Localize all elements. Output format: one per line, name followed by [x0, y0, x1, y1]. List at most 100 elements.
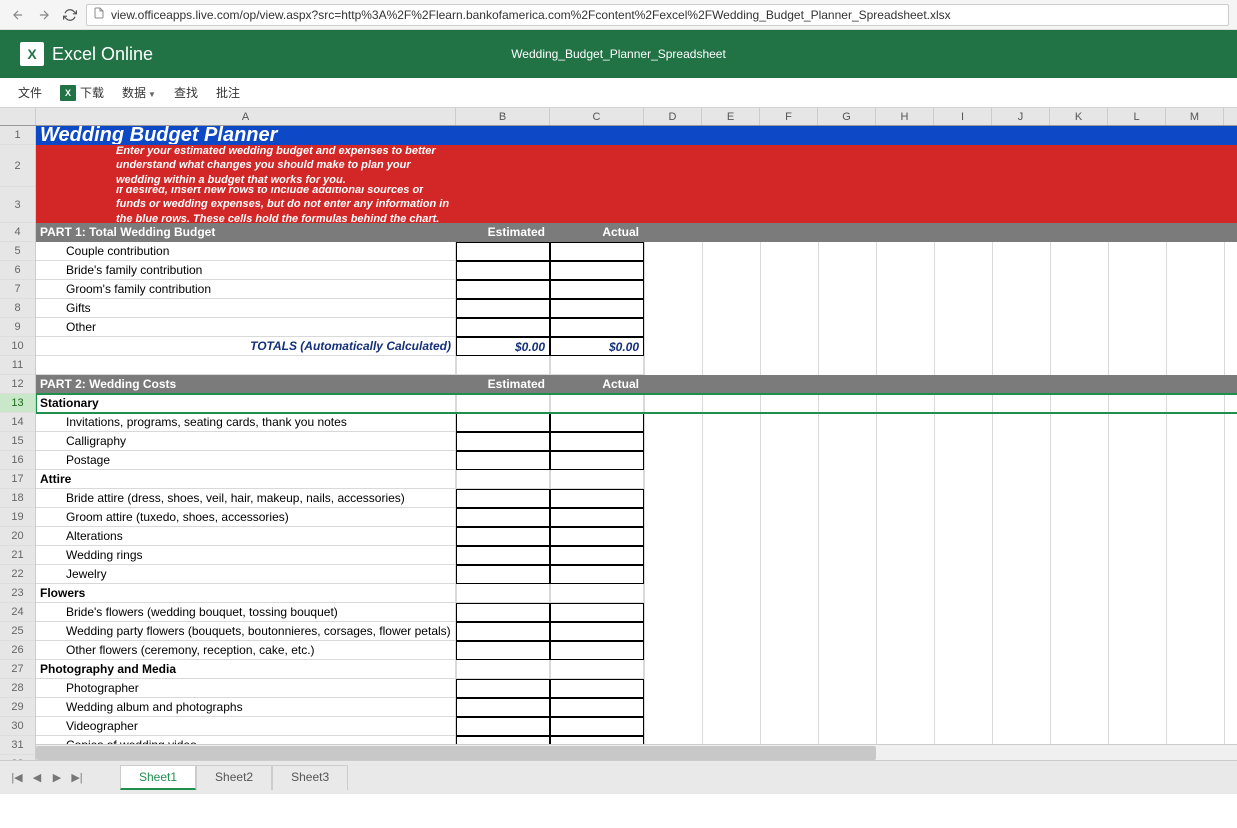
- tab-nav-prev[interactable]: ◀: [28, 771, 46, 784]
- row-header-20[interactable]: 20: [0, 527, 35, 546]
- cell-B19[interactable]: [456, 508, 550, 527]
- cell-A5[interactable]: Couple contribution: [36, 242, 456, 261]
- row-header-12[interactable]: 12: [0, 375, 35, 394]
- cell-B25[interactable]: [456, 622, 550, 641]
- cell-B15[interactable]: [456, 432, 550, 451]
- row-header-18[interactable]: 18: [0, 489, 35, 508]
- cell-A27[interactable]: Photography and Media: [36, 660, 456, 679]
- cell-B22[interactable]: [456, 565, 550, 584]
- cell-C30[interactable]: [550, 717, 644, 736]
- menu-comment[interactable]: 批注: [216, 84, 240, 101]
- cell-B2[interactable]: [456, 145, 550, 187]
- menu-find[interactable]: 查找: [174, 84, 198, 101]
- cell-C18[interactable]: [550, 489, 644, 508]
- cell-A1[interactable]: Wedding Budget Planner: [36, 126, 456, 145]
- row-header-19[interactable]: 19: [0, 508, 35, 527]
- cell-B14[interactable]: [456, 413, 550, 432]
- cell-A26[interactable]: Other flowers (ceremony, reception, cake…: [36, 641, 456, 660]
- row-header-5[interactable]: 5: [0, 242, 35, 261]
- cell-B30[interactable]: [456, 717, 550, 736]
- cell-C26[interactable]: [550, 641, 644, 660]
- row-header-22[interactable]: 22: [0, 565, 35, 584]
- cell-C11[interactable]: [550, 356, 644, 375]
- cell-C7[interactable]: [550, 280, 644, 299]
- cell-B27[interactable]: [456, 660, 550, 679]
- cell-C5[interactable]: [550, 242, 644, 261]
- cell-C20[interactable]: [550, 527, 644, 546]
- cell-B23[interactable]: [456, 584, 550, 603]
- cell-A19[interactable]: Groom attire (tuxedo, shoes, accessories…: [36, 508, 456, 527]
- cell-C19[interactable]: [550, 508, 644, 527]
- cell-C21[interactable]: [550, 546, 644, 565]
- cell-C1[interactable]: [550, 126, 644, 145]
- row-header-9[interactable]: 9: [0, 318, 35, 337]
- menu-download[interactable]: X 下载: [60, 84, 104, 101]
- cell-C29[interactable]: [550, 698, 644, 717]
- cell-A14[interactable]: Invitations, programs, seating cards, th…: [36, 413, 456, 432]
- cell-A9[interactable]: Other: [36, 318, 456, 337]
- row-header-27[interactable]: 27: [0, 660, 35, 679]
- cell-C17[interactable]: [550, 470, 644, 489]
- cell-C14[interactable]: [550, 413, 644, 432]
- cell-A16[interactable]: Postage: [36, 451, 456, 470]
- tab-nav-last[interactable]: ▶|: [68, 771, 86, 784]
- cell-A8[interactable]: Gifts: [36, 299, 456, 318]
- cell-B1[interactable]: [456, 126, 550, 145]
- cell-B8[interactable]: [456, 299, 550, 318]
- column-header-H[interactable]: H: [876, 108, 934, 125]
- column-header-I[interactable]: I: [934, 108, 992, 125]
- row-header-6[interactable]: 6: [0, 261, 35, 280]
- row-header-24[interactable]: 24: [0, 603, 35, 622]
- cell-C15[interactable]: [550, 432, 644, 451]
- cell-B4[interactable]: Estimated: [456, 223, 550, 242]
- cell-A11[interactable]: [36, 356, 456, 375]
- cell-C2[interactable]: [550, 145, 644, 187]
- cell-A17[interactable]: Attire: [36, 470, 456, 489]
- select-all-corner[interactable]: [0, 108, 36, 125]
- sheet-viewport[interactable]: Wedding Budget PlannerEnter your estimat…: [36, 126, 1237, 794]
- sheet-tab-sheet1[interactable]: Sheet1: [120, 765, 196, 790]
- row-header-23[interactable]: 23: [0, 584, 35, 603]
- row-header-10[interactable]: 10: [0, 337, 35, 356]
- cell-C22[interactable]: [550, 565, 644, 584]
- cell-C4[interactable]: Actual: [550, 223, 644, 242]
- cell-A2[interactable]: Enter your estimated wedding budget and …: [36, 145, 456, 187]
- cell-A6[interactable]: Bride's family contribution: [36, 261, 456, 280]
- cell-A20[interactable]: Alterations: [36, 527, 456, 546]
- cell-B24[interactable]: [456, 603, 550, 622]
- row-header-14[interactable]: 14: [0, 413, 35, 432]
- cell-B28[interactable]: [456, 679, 550, 698]
- row-header-16[interactable]: 16: [0, 451, 35, 470]
- row-header-4[interactable]: 4: [0, 223, 35, 242]
- row-header-2[interactable]: 2: [0, 145, 35, 187]
- cell-C24[interactable]: [550, 603, 644, 622]
- cell-B6[interactable]: [456, 261, 550, 280]
- row-header-13[interactable]: 13: [0, 394, 35, 413]
- cell-B16[interactable]: [456, 451, 550, 470]
- cell-C13[interactable]: [550, 394, 644, 413]
- cell-B9[interactable]: [456, 318, 550, 337]
- cell-A28[interactable]: Photographer: [36, 679, 456, 698]
- cell-C25[interactable]: [550, 622, 644, 641]
- sheet-tab-sheet2[interactable]: Sheet2: [196, 765, 272, 790]
- row-header-30[interactable]: 30: [0, 717, 35, 736]
- cell-C6[interactable]: [550, 261, 644, 280]
- cell-A4[interactable]: PART 1: Total Wedding Budget: [36, 223, 456, 242]
- row-header-15[interactable]: 15: [0, 432, 35, 451]
- cell-A12[interactable]: PART 2: Wedding Costs: [36, 375, 456, 394]
- cell-A21[interactable]: Wedding rings: [36, 546, 456, 565]
- menu-file[interactable]: 文件: [18, 84, 42, 101]
- cell-A30[interactable]: Videographer: [36, 717, 456, 736]
- scrollbar-thumb[interactable]: [36, 746, 876, 760]
- cell-A10[interactable]: TOTALS (Automatically Calculated): [36, 337, 456, 356]
- cell-C23[interactable]: [550, 584, 644, 603]
- column-header-G[interactable]: G: [818, 108, 876, 125]
- cell-B10[interactable]: $0.00: [456, 337, 550, 356]
- cell-B12[interactable]: Estimated: [456, 375, 550, 394]
- cell-A3[interactable]: If desired, insert new rows to include a…: [36, 187, 456, 223]
- cell-B29[interactable]: [456, 698, 550, 717]
- row-header-3[interactable]: 3: [0, 187, 35, 223]
- row-header-17[interactable]: 17: [0, 470, 35, 489]
- row-header-25[interactable]: 25: [0, 622, 35, 641]
- cell-A15[interactable]: Calligraphy: [36, 432, 456, 451]
